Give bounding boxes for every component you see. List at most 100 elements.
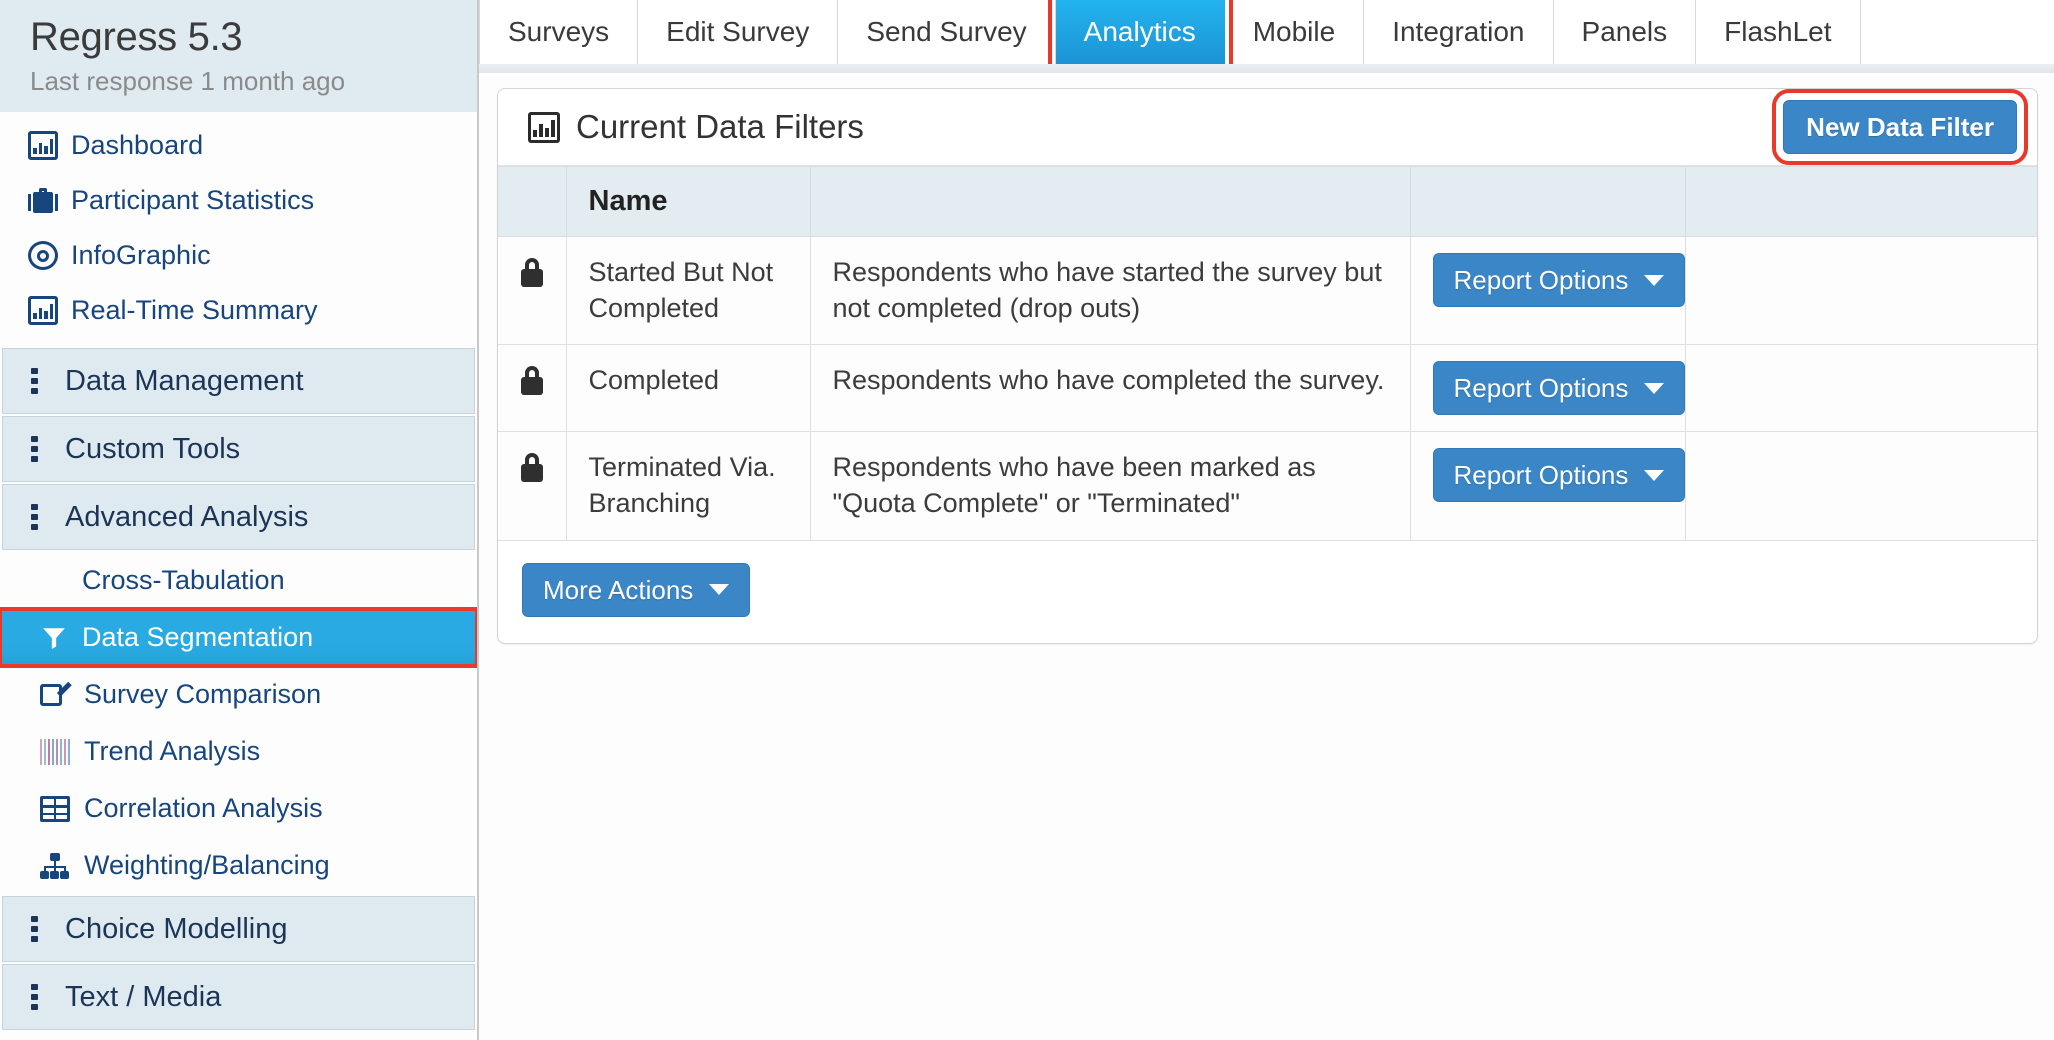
sidebar-item-infographic[interactable]: InfoGraphic <box>0 228 477 283</box>
tab-label: FlashLet <box>1724 16 1832 47</box>
row-extra-cell <box>1685 344 2037 433</box>
row-extra-cell <box>1685 431 2037 541</box>
app-root: Regress 5.3 Last response 1 month ago Da… <box>0 0 2054 1040</box>
row-actions-cell: Report Options <box>1410 344 1686 433</box>
table-header-row: Name <box>498 166 2037 237</box>
tab-label: Surveys <box>508 16 610 47</box>
grid-icon <box>40 568 68 594</box>
filter-description: Respondents who have started the survey … <box>810 235 1411 346</box>
target-icon <box>28 241 58 270</box>
sidebar-item-survey-comparison[interactable]: Survey Comparison <box>0 666 477 723</box>
row-lock-cell <box>498 431 567 541</box>
new-data-filter-button[interactable]: New Data Filter <box>1772 89 2028 165</box>
tab-mobile[interactable]: Mobile <box>1225 0 1365 64</box>
sidebar-section-custom-tools[interactable]: Custom Tools <box>2 416 475 482</box>
sidebar-item-dashboard[interactable]: Dashboard <box>0 118 477 173</box>
more-actions-button[interactable]: More Actions <box>522 562 751 617</box>
sidebar-section-text-media[interactable]: Text / Media <box>2 964 475 1030</box>
list-icon <box>21 436 51 462</box>
report-options-label: Report Options <box>1453 265 1629 295</box>
filter-description: Respondents who have completed the surve… <box>810 344 1411 433</box>
row-actions-cell: Report Options <box>1410 235 1686 346</box>
trend-bars-icon <box>40 738 70 765</box>
column-header-extra <box>1685 166 2037 237</box>
column-header-name: Name <box>566 166 811 237</box>
main-content: Surveys Edit Survey Send Survey Analytic… <box>479 0 2054 1040</box>
lock-icon <box>520 366 543 396</box>
sidebar-section-choice-modelling[interactable]: Choice Modelling <box>2 896 475 962</box>
lock-icon <box>520 258 543 287</box>
bar-chart-icon <box>28 296 58 325</box>
sidebar-item-data-segmentation[interactable]: Data Segmentation <box>0 607 477 668</box>
table-row: Completed Respondents who have completed… <box>498 344 2037 433</box>
sidebar-item-real-time-summary[interactable]: Real-Time Summary <box>0 283 477 338</box>
row-actions-cell: Report Options <box>1410 431 1686 541</box>
sidebar-header: Regress 5.3 Last response 1 month ago <box>0 0 477 112</box>
sidebar-item-trend-analysis[interactable]: Trend Analysis <box>0 723 477 780</box>
list-icon <box>21 916 51 942</box>
report-options-button[interactable]: Report Options <box>1432 448 1686 503</box>
list-icon <box>21 368 51 394</box>
tab-label: Panels <box>1581 16 1668 47</box>
sidebar-item-label: Survey Comparison <box>84 679 322 709</box>
tab-bar-filler <box>1861 0 2054 64</box>
sidebar-advanced-analysis-items: Cross-Tabulation Data Segmentation Surve… <box>0 552 477 894</box>
tab-analytics[interactable]: Analytics <box>1047 0 1233 72</box>
page-title: Current Data Filters <box>576 108 864 145</box>
sidebar-section-advanced-analysis[interactable]: Advanced Analysis <box>2 484 475 550</box>
data-filters-table: Name Started But Not Completed Responden… <box>498 166 2037 541</box>
filter-name: Terminated Via. Branching <box>566 431 811 541</box>
sidebar-item-label: Real-Time Summary <box>71 295 318 325</box>
tab-edit-survey[interactable]: Edit Survey <box>638 0 839 64</box>
org-chart-icon <box>40 852 70 879</box>
sidebar-item-weighting-balancing[interactable]: Weighting/Balancing <box>0 837 477 894</box>
sidebar-section-label: Choice Modelling <box>65 912 288 945</box>
table-body: Started But Not Completed Respondents wh… <box>498 235 2037 541</box>
list-icon <box>21 984 51 1010</box>
edit-icon <box>40 681 72 709</box>
tab-label: Analytics <box>1083 16 1196 47</box>
row-extra-cell <box>1685 235 2037 346</box>
filter-name: Started But Not Completed <box>566 235 811 346</box>
sidebar-item-participant-statistics[interactable]: Participant Statistics <box>0 173 477 228</box>
tab-label: Send Survey <box>866 16 1027 47</box>
tab-surveys[interactable]: Surveys <box>479 0 639 64</box>
sidebar-section-label: Text / Media <box>65 980 222 1013</box>
report-options-label: Report Options <box>1453 373 1629 404</box>
report-options-label: Report Options <box>1453 460 1629 491</box>
column-header-description <box>810 166 1411 237</box>
lock-icon <box>520 453 543 483</box>
list-icon <box>21 504 51 530</box>
bar-chart-icon <box>28 131 58 160</box>
sidebar-item-label: Dashboard <box>71 130 204 160</box>
sidebar-section-data-management[interactable]: Data Management <box>2 348 475 414</box>
sidebar-item-cross-tabulation[interactable]: Cross-Tabulation <box>0 552 477 609</box>
table-row: Started But Not Completed Respondents wh… <box>498 235 2037 346</box>
row-lock-cell <box>498 235 567 346</box>
sidebar-item-label: Correlation Analysis <box>84 793 323 823</box>
sidebar-item-label: Trend Analysis <box>84 736 261 766</box>
report-options-button[interactable]: Report Options <box>1432 253 1686 307</box>
chevron-down-icon <box>1644 274 1665 286</box>
column-header-actions <box>1410 166 1686 237</box>
tab-flashlet[interactable]: FlashLet <box>1696 0 1861 64</box>
tab-panels[interactable]: Panels <box>1554 0 1697 64</box>
sidebar: Regress 5.3 Last response 1 month ago Da… <box>0 0 479 1040</box>
top-tab-bar: Surveys Edit Survey Send Survey Analytic… <box>479 0 2054 73</box>
tab-send-survey[interactable]: Send Survey <box>838 0 1056 64</box>
report-options-button[interactable]: Report Options <box>1432 361 1686 416</box>
last-response-status: Last response 1 month ago <box>30 66 346 96</box>
sidebar-item-label: InfoGraphic <box>71 240 211 270</box>
filter-name: Completed <box>566 344 811 433</box>
tab-integration[interactable]: Integration <box>1364 0 1554 64</box>
panel-footer: More Actions <box>498 541 2037 643</box>
project-title: Regress 5.3 <box>30 15 243 59</box>
sidebar-item-correlation-analysis[interactable]: Correlation Analysis <box>0 780 477 837</box>
sidebar-item-label: Participant Statistics <box>71 185 315 215</box>
table-icon <box>40 795 70 822</box>
sidebar-item-label: Cross-Tabulation <box>82 565 285 595</box>
sidebar-section-label: Advanced Analysis <box>65 500 309 533</box>
row-lock-cell <box>498 344 567 433</box>
tab-label: Mobile <box>1252 16 1336 47</box>
column-header-lock <box>498 166 567 237</box>
